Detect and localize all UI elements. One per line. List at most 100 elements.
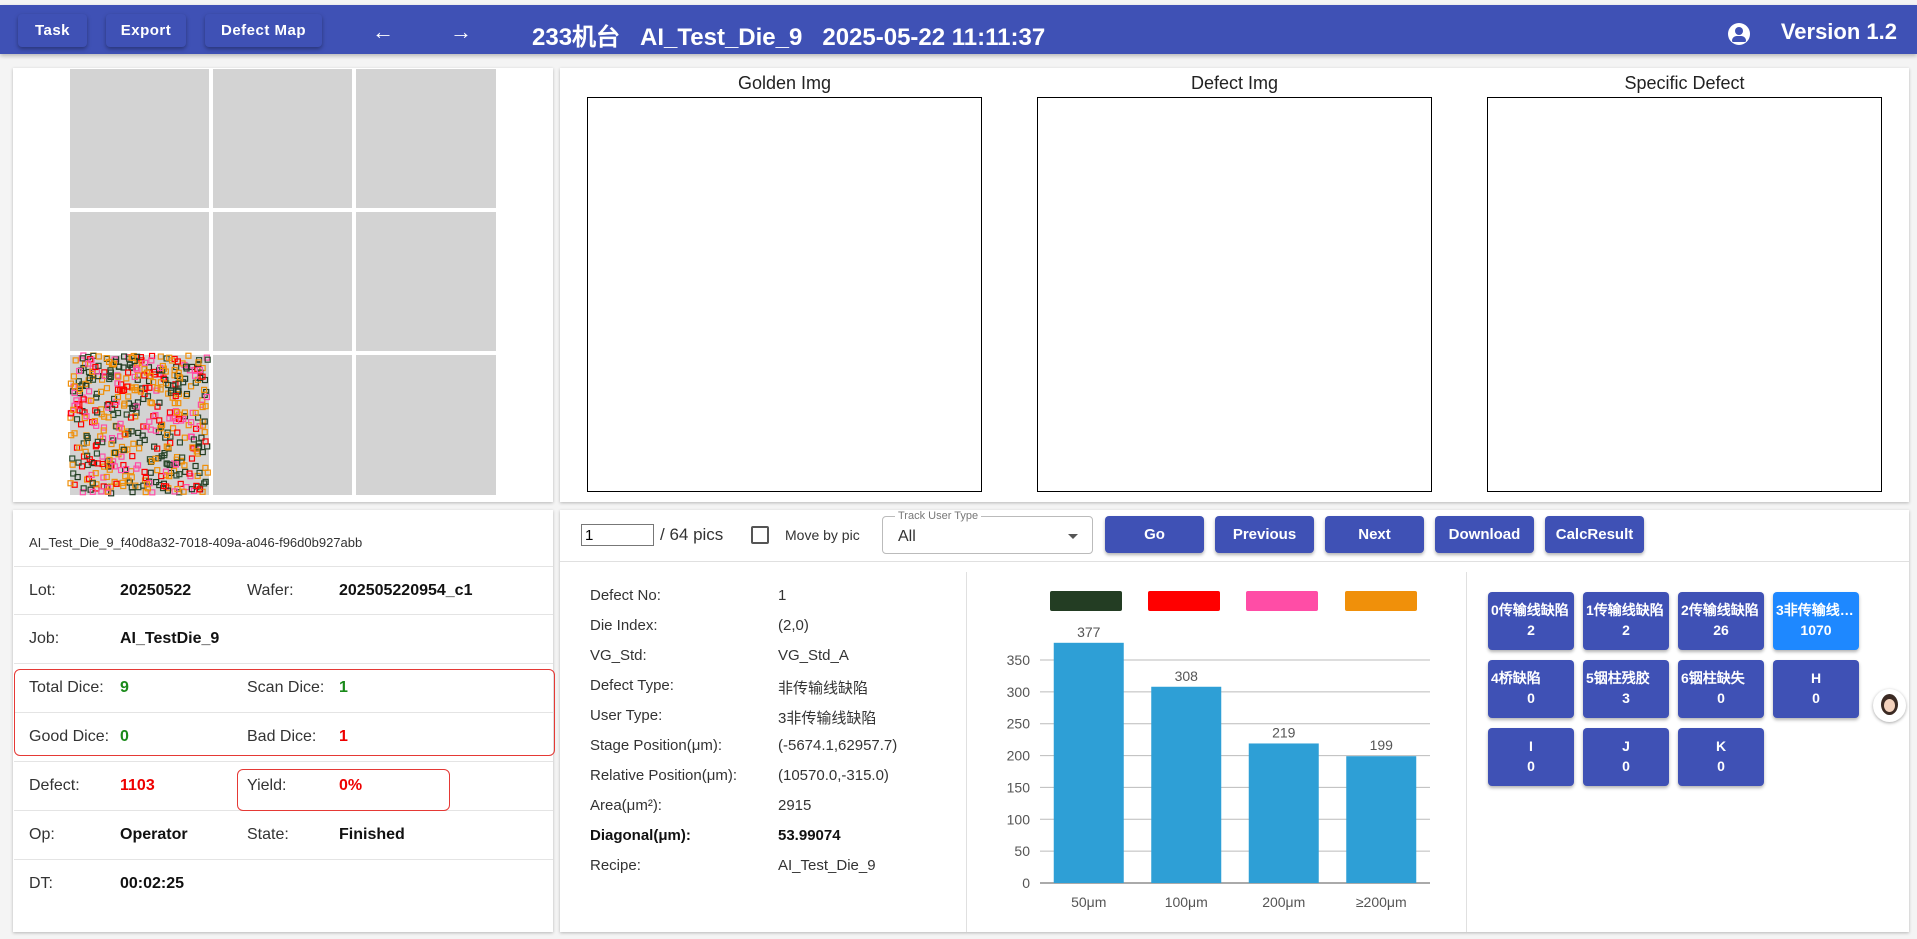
- detail-value: 2915: [778, 797, 812, 814]
- bar[interactable]: [1151, 686, 1222, 883]
- export-button[interactable]: Export: [106, 14, 186, 47]
- detail-label: Diagonal(μm):: [590, 827, 691, 844]
- defect-marker: [136, 439, 143, 446]
- class-name: 4桥缺陷: [1491, 670, 1541, 686]
- defect-marker: [69, 455, 76, 462]
- die-cell[interactable]: [70, 212, 209, 351]
- defect-marker: [181, 434, 188, 441]
- class-count: 2: [1527, 622, 1535, 638]
- class-count: 3: [1622, 690, 1630, 706]
- class-name: I: [1529, 738, 1533, 754]
- die-cell[interactable]: [213, 69, 352, 208]
- defect-marker: [202, 478, 209, 485]
- y-tick-label: 150: [1007, 779, 1031, 795]
- class-count: 0: [1527, 758, 1535, 774]
- defect-map-button[interactable]: Defect Map: [205, 14, 322, 47]
- bar-value-label: 199: [1370, 737, 1394, 753]
- class-button[interactable]: 6铟柱缺失 0: [1678, 660, 1764, 718]
- info-row: DT: 00:02:25: [14, 860, 553, 909]
- avatar[interactable]: [1873, 689, 1906, 722]
- class-button[interactable]: K0: [1678, 728, 1764, 786]
- legend-swatch: [1345, 591, 1417, 611]
- download-button[interactable]: Download: [1435, 516, 1534, 553]
- defect-marker: [129, 453, 136, 460]
- defect-marker: [175, 400, 182, 407]
- die-cell[interactable]: [356, 212, 496, 351]
- class-button[interactable]: J0: [1583, 728, 1669, 786]
- track-user-type-select[interactable]: Track User Type All: [882, 510, 1093, 554]
- class-button[interactable]: 4桥缺陷 0: [1488, 660, 1574, 718]
- page-input[interactable]: [581, 524, 654, 546]
- die-cell[interactable]: [356, 355, 496, 495]
- defect-marker: [146, 418, 153, 425]
- class-name: H: [1810, 670, 1822, 686]
- class-button[interactable]: I0: [1488, 728, 1574, 786]
- defect-marker: [201, 480, 208, 487]
- divider: [1466, 572, 1467, 932]
- class-button[interactable]: 2传输线缺陷 26: [1678, 592, 1764, 650]
- die-cell[interactable]: [356, 69, 496, 208]
- task-button[interactable]: Task: [18, 14, 87, 47]
- defect-marker: [185, 352, 192, 359]
- dropdown-icon: [1068, 534, 1078, 539]
- defect-marker: [125, 393, 132, 400]
- defect-marker: [201, 428, 208, 436]
- track-user-type-label: Track User Type: [895, 510, 982, 522]
- defect-image: [1037, 97, 1432, 492]
- calc-result-button[interactable]: CalcResult: [1545, 516, 1644, 553]
- defect-marker: [204, 443, 211, 450]
- y-tick-label: 0: [1022, 875, 1030, 891]
- defect-label: Defect:: [29, 777, 80, 794]
- die-cell[interactable]: [213, 355, 352, 495]
- defect-marker: [93, 450, 101, 457]
- detail-value: 3非传输线缺陷: [778, 710, 877, 727]
- class-button[interactable]: 0传输线缺陷 2: [1488, 592, 1574, 650]
- detail-value: 非传输线缺陷: [778, 680, 869, 697]
- class-button[interactable]: 5铟柱残胶 3: [1583, 660, 1669, 718]
- x-tick-label: 100μm: [1165, 894, 1208, 910]
- yield-highlight: [237, 769, 450, 811]
- detail-label: Die Index:: [590, 617, 658, 634]
- class-button[interactable]: 3非传输线缺陷 1070: [1773, 592, 1859, 650]
- detail-value: (2,0): [778, 617, 809, 634]
- arrow-left-icon[interactable]: ←: [372, 19, 394, 45]
- defect-marker: [70, 373, 77, 380]
- defect-marker: [72, 357, 79, 364]
- bar-value-label: 219: [1272, 724, 1296, 740]
- y-tick-label: 300: [1007, 684, 1031, 700]
- account-icon[interactable]: [1728, 23, 1750, 45]
- defect-value: 1103: [120, 777, 155, 794]
- die-map[interactable]: [67, 69, 496, 497]
- track-user-type-value: All: [898, 528, 916, 545]
- class-button[interactable]: H0: [1773, 660, 1859, 718]
- bar[interactable]: [1053, 642, 1124, 883]
- previous-button[interactable]: Previous: [1215, 516, 1314, 553]
- bar[interactable]: [1248, 743, 1319, 883]
- defect-marker: [69, 461, 76, 468]
- page-total: / 64 pics: [660, 525, 724, 544]
- defect-marker: [134, 462, 142, 469]
- defect-marker: [77, 421, 85, 428]
- version-label: Version 1.2: [1780, 19, 1897, 44]
- detail-value: 1: [778, 587, 787, 604]
- job-label: Job:: [29, 630, 60, 647]
- next-button[interactable]: Next: [1325, 516, 1424, 553]
- go-button[interactable]: Go: [1105, 516, 1204, 553]
- defect-marker: [133, 465, 140, 472]
- bar[interactable]: [1346, 756, 1417, 883]
- lot-value: 20250522: [120, 582, 192, 599]
- die-cell[interactable]: [70, 69, 209, 208]
- bar-value-label: 308: [1175, 668, 1199, 684]
- lot-label: Lot:: [29, 582, 56, 599]
- class-button[interactable]: 1传输线缺陷 2: [1583, 592, 1669, 650]
- defect-marker: [192, 462, 199, 470]
- die-cell[interactable]: [213, 212, 352, 351]
- specific-defect-title: Specific Defect: [1624, 73, 1745, 93]
- defect-marker: [154, 467, 161, 474]
- arrow-right-icon[interactable]: →: [450, 19, 472, 45]
- defect-marker: [108, 440, 115, 448]
- detail-label: Relative Position(μm):: [590, 767, 738, 784]
- divider: [560, 561, 1909, 562]
- defect-marker: [166, 415, 173, 422]
- checkbox-icon[interactable]: [751, 526, 769, 544]
